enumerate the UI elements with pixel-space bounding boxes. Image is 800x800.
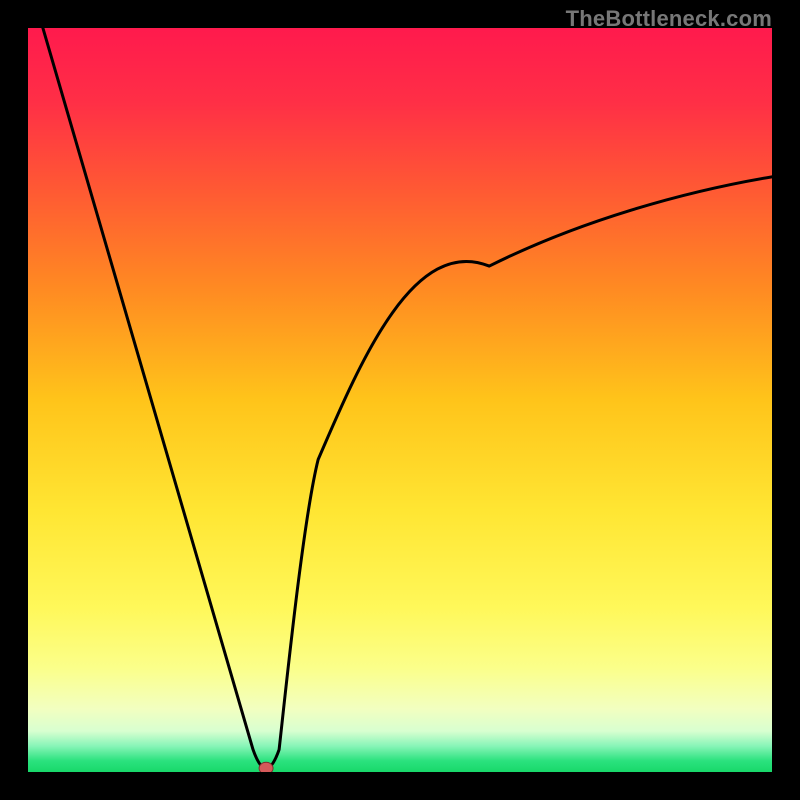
- chart-frame: TheBottleneck.com: [0, 0, 800, 800]
- watermark-text: TheBottleneck.com: [566, 6, 772, 32]
- gradient-background: [28, 28, 772, 772]
- bottleneck-chart: [28, 28, 772, 772]
- minimum-marker: [259, 762, 273, 772]
- plot-area: [28, 28, 772, 772]
